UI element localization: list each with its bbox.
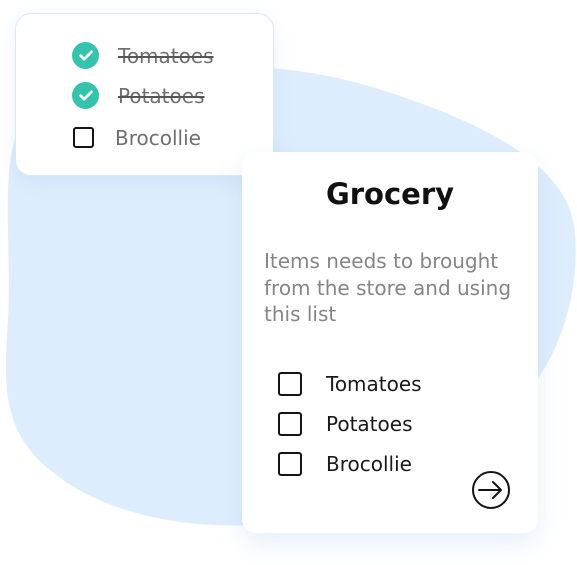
checkbox[interactable] — [278, 372, 302, 396]
list-item-label: Brocollie — [326, 452, 412, 476]
check-circle-icon[interactable] — [72, 82, 99, 109]
list-item[interactable]: Potatoes — [278, 404, 422, 444]
preview-item-tomatoes[interactable]: Tomatoes — [72, 42, 214, 69]
checkbox-icon[interactable] — [73, 127, 94, 148]
list-item[interactable]: Tomatoes — [278, 364, 422, 404]
card-title: Grocery — [325, 177, 455, 211]
list-item[interactable]: Brocollie — [278, 444, 422, 484]
illustration-stage: Tomatoes Potatoes Brocollie Grocery Item… — [0, 0, 577, 565]
preview-item-label: Brocollie — [115, 125, 201, 150]
preview-item-potatoes[interactable]: Potatoes — [72, 82, 204, 109]
preview-item-brocollie[interactable]: Brocollie — [72, 127, 201, 148]
preview-checklist-card: Tomatoes Potatoes Brocollie — [15, 13, 274, 176]
card-description: Items needs to brought from the store an… — [264, 249, 512, 326]
arrow-right-circle-icon[interactable] — [471, 470, 511, 510]
grocery-card: Grocery Items needs to brought from the … — [242, 152, 538, 533]
list-item-label: Tomatoes — [326, 372, 422, 396]
grocery-list: Tomatoes Potatoes Brocollie — [278, 364, 422, 484]
checkbox[interactable] — [278, 412, 302, 436]
checkbox[interactable] — [278, 452, 302, 476]
preview-item-label: Tomatoes — [118, 43, 214, 68]
preview-item-label: Potatoes — [118, 83, 205, 108]
check-circle-icon[interactable] — [72, 42, 99, 69]
list-item-label: Potatoes — [326, 412, 413, 436]
